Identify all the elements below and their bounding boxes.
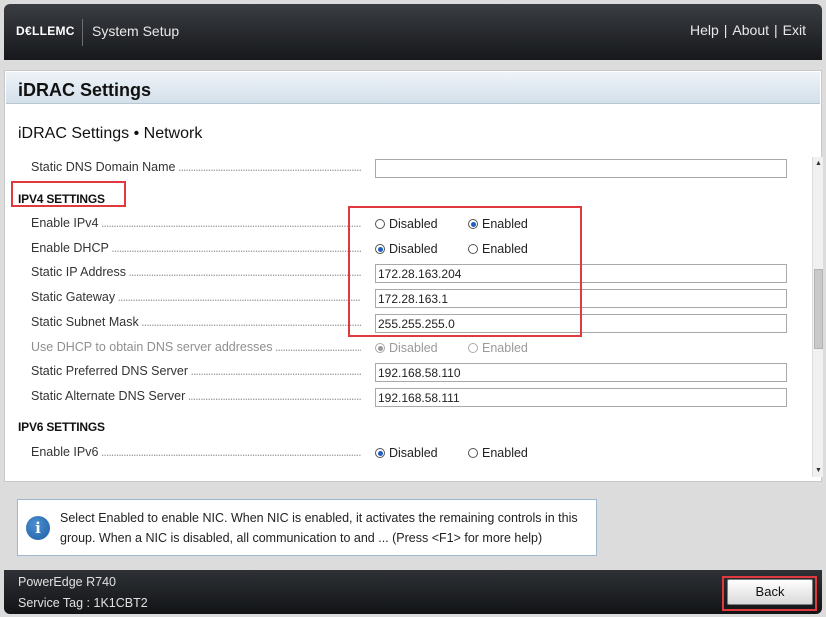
about-link[interactable]: About — [732, 22, 769, 38]
static-mask-label: Static Subnet Mask — [31, 315, 361, 331]
footer-bar: PowerEdge R740 Service Tag : 1K1CBT2 Bac… — [4, 570, 822, 614]
preferred-dns-field[interactable] — [375, 363, 787, 382]
enable-dhcp-enabled-radio[interactable]: Enabled — [468, 242, 528, 258]
link-separator: | — [723, 22, 728, 38]
setting-row-alternate-dns: Static Alternate DNS Server — [5, 386, 805, 408]
radio-selected-icon — [375, 448, 385, 458]
static-ip-field[interactable] — [375, 264, 787, 283]
app-title: System Setup — [92, 23, 180, 39]
static-ip-label: Static IP Address — [31, 265, 361, 281]
header-divider — [82, 19, 83, 46]
radio-selected-icon — [468, 219, 478, 229]
alternate-dns-field[interactable] — [375, 388, 787, 407]
setting-row-static-mask: Static Subnet Mask — [5, 312, 805, 334]
back-button[interactable]: Back — [727, 579, 813, 605]
static-mask-field[interactable] — [375, 314, 787, 333]
top-bar: D€LLEMC System Setup Help | About | Exit — [4, 4, 822, 60]
radio-selected-icon — [375, 244, 385, 254]
enable-ipv4-disabled-radio[interactable]: Disabled — [375, 217, 438, 233]
info-icon: i — [26, 516, 50, 540]
server-model: PowerEdge R740 — [18, 575, 116, 589]
radio-icon — [375, 219, 385, 229]
static-gateway-label: Static Gateway — [31, 290, 361, 306]
dhcp-dns-enabled-radio: Enabled — [468, 341, 528, 357]
setting-row-dhcp-dns: Use DHCP to obtain DNS server addresses … — [5, 337, 805, 359]
link-separator: | — [774, 22, 778, 38]
setting-row-static-ip: Static IP Address — [5, 262, 805, 284]
static-gateway-field[interactable] — [375, 289, 787, 308]
enable-dhcp-disabled-radio[interactable]: Disabled — [375, 242, 438, 258]
settings-scrollbar[interactable]: ▲ ▼ — [812, 157, 823, 477]
help-text: Select Enabled to enable NIC. When NIC i… — [60, 511, 578, 545]
enable-ipv6-enabled-radio[interactable]: Enabled — [468, 446, 528, 462]
radio-label: Enabled — [482, 446, 528, 460]
dns-domain-field[interactable] — [375, 159, 787, 178]
radio-selected-icon — [375, 343, 385, 353]
setting-row-enable-ipv6: Enable IPv6 Disabled Enabled — [5, 442, 805, 464]
setting-row-preferred-dns: Static Preferred DNS Server — [5, 361, 805, 383]
preferred-dns-label: Static Preferred DNS Server — [31, 364, 361, 380]
enable-ipv4-enabled-radio[interactable]: Enabled — [468, 217, 528, 233]
enable-ipv6-disabled-radio[interactable]: Disabled — [375, 446, 438, 462]
help-link[interactable]: Help — [690, 22, 719, 38]
radio-label: Enabled — [482, 217, 528, 231]
alternate-dns-label: Static Alternate DNS Server — [31, 389, 361, 405]
dhcp-dns-label: Use DHCP to obtain DNS server addresses — [31, 340, 361, 356]
radio-label: Disabled — [389, 341, 438, 355]
setting-row-dns-domain: Static DNS Domain Name — [5, 157, 805, 179]
enable-ipv6-label: Enable IPv6 — [31, 445, 361, 461]
settings-list: Static DNS Domain Name IPV4 SETTINGS Ena… — [5, 155, 805, 479]
radio-icon — [468, 448, 478, 458]
radio-label: Enabled — [482, 242, 528, 256]
radio-label: Disabled — [389, 446, 438, 460]
radio-label: Enabled — [482, 341, 528, 355]
panel-header: iDRAC Settings — [6, 72, 820, 104]
enable-ipv4-label: Enable IPv4 — [31, 216, 361, 232]
dhcp-dns-disabled-radio: Disabled — [375, 341, 438, 357]
radio-icon — [468, 244, 478, 254]
help-box: i Select Enabled to enable NIC. When NIC… — [17, 499, 597, 556]
ipv4-section-heading: IPV4 SETTINGS — [18, 192, 105, 206]
scroll-up-arrow-icon[interactable]: ▲ — [813, 158, 824, 169]
page-title: iDRAC Settings • Network — [18, 125, 203, 142]
service-tag: Service Tag : 1K1CBT2 — [18, 596, 148, 610]
exit-link[interactable]: Exit — [783, 22, 806, 38]
header-links: Help | About | Exit — [690, 22, 806, 38]
radio-label: Disabled — [389, 242, 438, 256]
setting-row-static-gateway: Static Gateway — [5, 287, 805, 309]
radio-icon — [468, 343, 478, 353]
setting-row-enable-dhcp: Enable DHCP Disabled Enabled — [5, 238, 805, 260]
dell-emc-logo: D€LLEMC — [16, 24, 75, 38]
enable-dhcp-label: Enable DHCP — [31, 241, 361, 257]
dns-domain-label: Static DNS Domain Name — [31, 160, 361, 176]
ipv6-section-heading: IPV6 SETTINGS — [18, 420, 105, 434]
setting-row-enable-ipv4: Enable IPv4 Disabled Enabled — [5, 213, 805, 235]
scroll-down-arrow-icon[interactable]: ▼ — [813, 465, 824, 476]
radio-label: Disabled — [389, 217, 438, 231]
scrollbar-thumb[interactable] — [814, 269, 823, 349]
settings-panel: iDRAC Settings iDRAC Settings • Network … — [4, 70, 823, 482]
panel-title: iDRAC Settings — [18, 80, 152, 100]
